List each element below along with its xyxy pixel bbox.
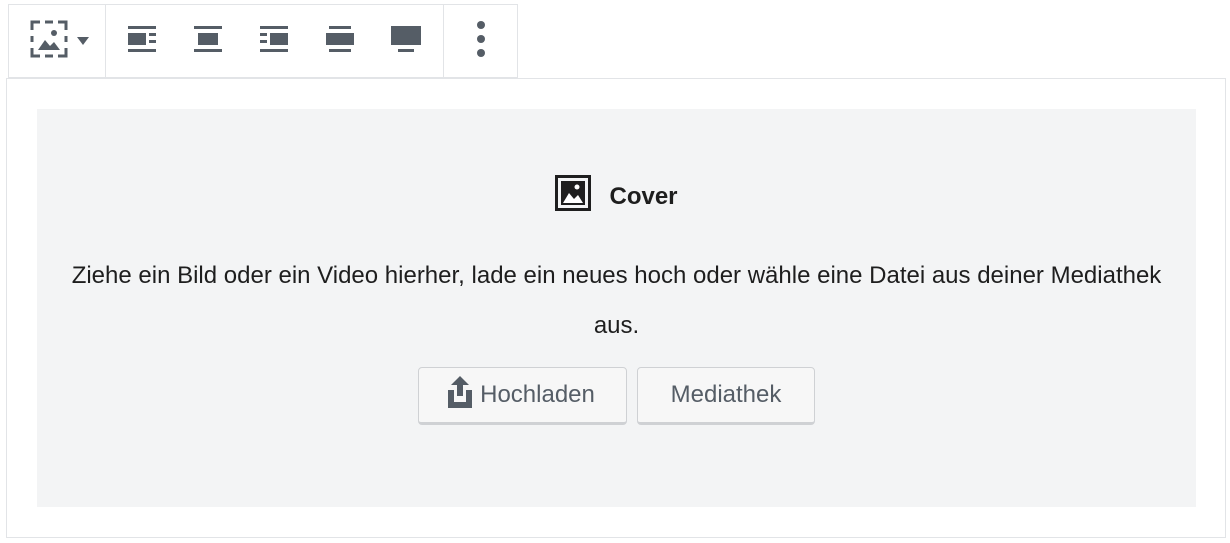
align-right-button[interactable] — [256, 21, 292, 61]
cover-placeholder: Cover Ziehe ein Bild oder ein Video hier… — [37, 109, 1196, 507]
upload-label: Hochladen — [480, 381, 595, 408]
placeholder-buttons: Hochladen Mediathek — [37, 367, 1196, 425]
placeholder-label: Cover — [37, 175, 1196, 218]
media-library-label: Mediathek — [670, 381, 782, 408]
block-switcher[interactable] — [9, 5, 106, 77]
align-center-icon — [192, 25, 224, 57]
more-options-button[interactable] — [444, 5, 517, 77]
align-full-icon — [390, 25, 422, 57]
align-center-button[interactable] — [190, 21, 226, 61]
image-icon — [555, 175, 592, 218]
cover-block: Cover Ziehe ein Bild oder ein Video hier… — [6, 78, 1226, 538]
alignment-toolbar — [106, 5, 444, 77]
media-library-button[interactable]: Mediathek — [637, 367, 815, 425]
align-left-button[interactable] — [124, 21, 160, 61]
align-left-icon — [126, 25, 158, 57]
align-right-icon — [258, 25, 290, 57]
block-toolbar — [8, 4, 518, 78]
more-vertical-icon — [476, 20, 486, 62]
align-wide-button[interactable] — [322, 21, 358, 61]
placeholder-instructions: Ziehe ein Bild oder ein Video hierher, l… — [71, 262, 1162, 339]
caret-down-icon — [77, 32, 89, 50]
align-full-button[interactable] — [388, 21, 424, 61]
placeholder-title: Cover — [609, 182, 678, 210]
align-wide-icon — [324, 25, 356, 57]
upload-button[interactable]: Hochladen — [418, 367, 627, 425]
upload-icon — [446, 375, 474, 415]
cover-block-icon — [29, 19, 69, 64]
